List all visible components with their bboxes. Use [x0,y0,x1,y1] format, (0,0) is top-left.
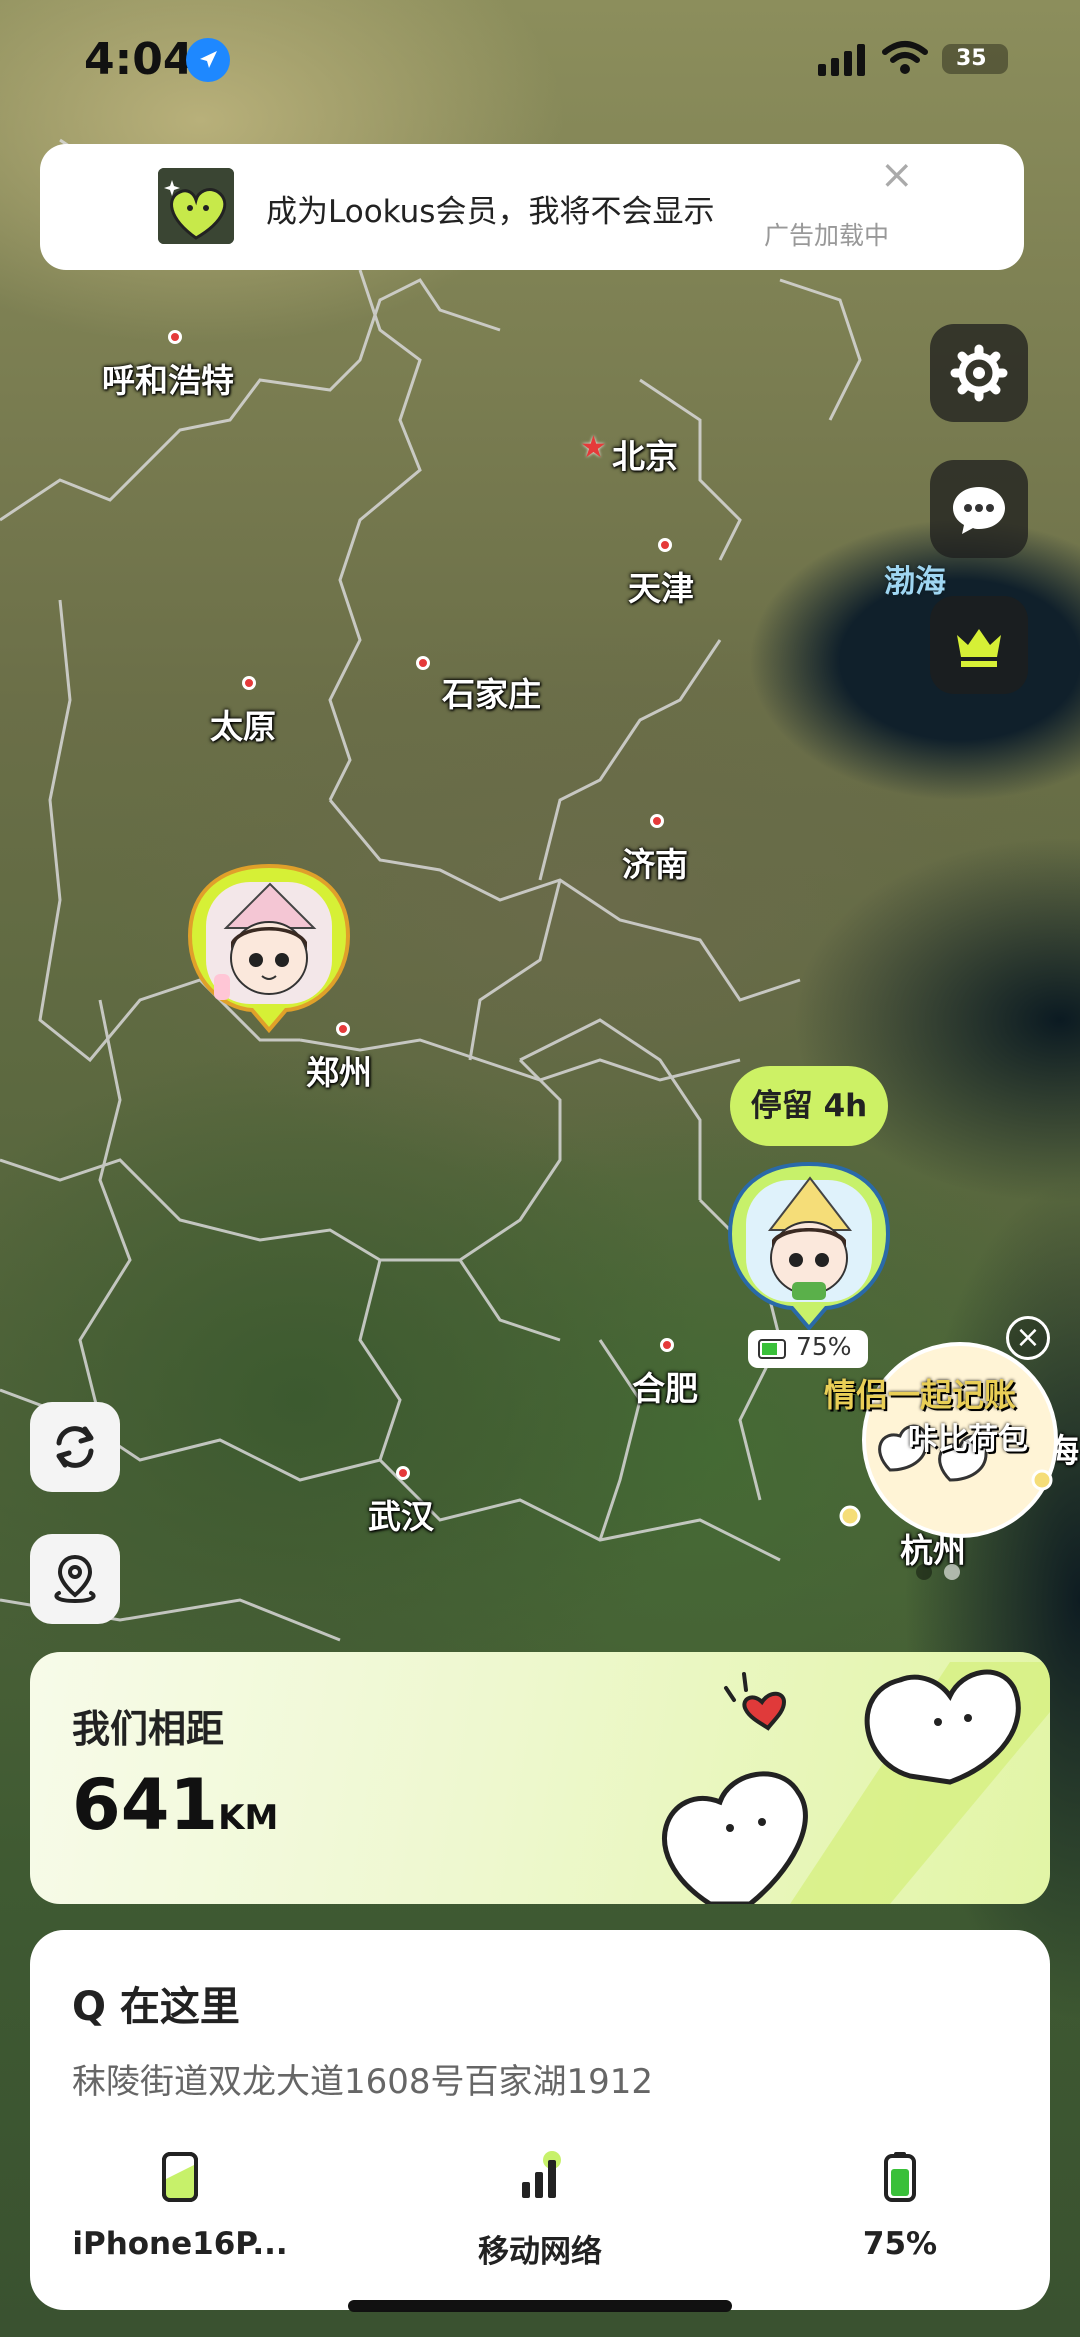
promo-title: 情侣一起记账 [824,1376,1017,1414]
phone-icon [162,2152,198,2202]
capital-star-icon: ★ [580,430,607,465]
city-label: 呼和浩特 [102,361,234,400]
vip-button[interactable] [930,596,1028,694]
gear-icon [950,344,1008,402]
clock: 4:04 [84,34,194,85]
battery-stat: 75% [750,2150,1050,2262]
location-arrow-icon [186,38,230,82]
city-dot [242,676,256,690]
city-dot [168,330,182,344]
distance-number: 641 [72,1764,219,1846]
wifi-icon [882,41,928,74]
home-indicator[interactable] [348,2300,732,2312]
partner-avatar-marker[interactable] [726,1160,892,1332]
promo-close-button[interactable]: × [1006,1316,1050,1360]
distance-card: 我们相距 641KM [30,1652,1050,1904]
device-name: iPhone16P... [72,2226,288,2262]
stay-duration-badge: 停留 4h [730,1066,888,1146]
hearts-illustration [662,1662,1050,1904]
battery-level-fill [762,1343,777,1355]
battery-percent: 75% [862,2226,938,2262]
city-label: 天津 [628,569,694,608]
location-info-panel: Q 在这里 秣陵街道双龙大道1608号百家湖1912 iPhone16P... … [30,1930,1050,2310]
network-stat: 移动网络 [390,2150,690,2271]
status-bar: 4:04 35 [0,0,1080,120]
refresh-button[interactable] [30,1402,120,1492]
city-label: 郑州 [306,1053,372,1092]
city-label: 济南 [622,845,688,884]
ad-close-button[interactable]: × [880,152,914,198]
chat-bubble-icon [953,487,1005,534]
city-label: 太原 [210,707,276,746]
city-label: 石家庄 [442,675,541,714]
network-type: 移动网络 [478,2234,602,2270]
city-dot [658,538,672,552]
battery-icon [884,2152,916,2202]
city-dot [660,1338,674,1352]
battery-fill [891,2169,909,2196]
device-stat: iPhone16P... [30,2150,330,2262]
battery-icon [758,1339,786,1359]
partner-location-title: Q 在这里 [72,1984,240,2030]
city-label: 合肥 [632,1369,698,1408]
settings-button[interactable] [930,324,1028,422]
ad-loading-text: 广告加载中 [764,221,890,250]
distance-label: 我们相距 [72,1707,225,1751]
battery-status-icon: 35 [942,44,1008,74]
city-label: 武汉 [368,1497,434,1536]
city-dot [650,814,664,828]
distance-value: 641KM [72,1764,278,1846]
cellular-signal-icon [818,44,865,76]
partner-address[interactable]: 秣陵街道双龙大道1608号百家湖1912 [72,2054,653,2103]
crown-icon [957,629,1001,667]
battery-status-level: 35 [956,46,987,71]
promo-subtitle: 咔比荷包 [908,1422,1028,1457]
refresh-icon [56,1426,94,1468]
chat-button[interactable] [930,460,1028,558]
ad-logo-icon [158,168,234,244]
distance-unit: KM [218,1798,279,1838]
sea-label: 渤海 [884,564,946,600]
location-pin-icon [54,1554,96,1604]
cellular-icon [522,2151,561,2198]
locate-button[interactable] [30,1534,120,1624]
city-dot [416,656,430,670]
ad-text: 成为Lookus会员，我将不会显示 [266,194,715,230]
city-label: 北京 [612,437,678,476]
city-dot [396,1466,410,1480]
my-avatar-marker[interactable] [186,862,352,1034]
ad-banner[interactable]: 成为Lookus会员，我将不会显示 × 广告加载中 [40,144,1024,270]
promo-page-dots [916,1564,972,1584]
